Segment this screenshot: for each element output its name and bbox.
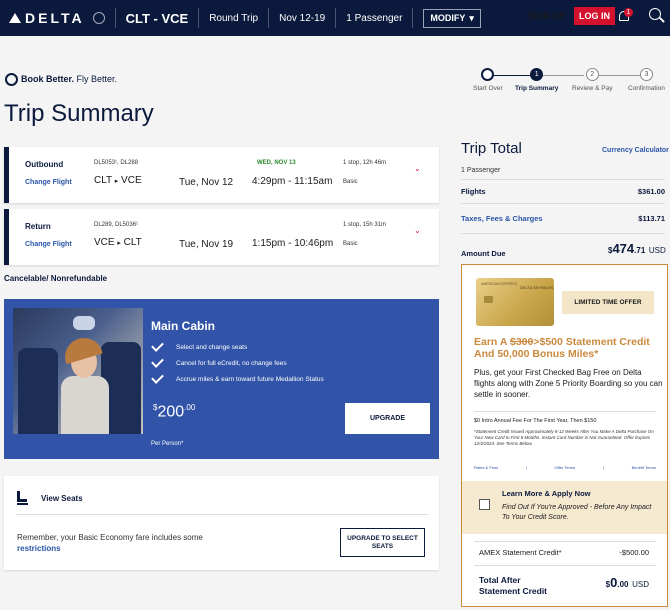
view-seats-title[interactable]: View Seats [41, 494, 83, 503]
apply-subtitle: Find Out If You're Approved - Before Any… [502, 504, 652, 521]
per-person-note: Per Person* [151, 441, 184, 447]
arrival-next-day-note: WED, NOV 13 [257, 160, 296, 166]
restart-icon [481, 68, 495, 81]
notifications-bell-icon[interactable]: 1 [617, 8, 633, 26]
caret-down-icon: ▾ [469, 12, 474, 23]
view-seats-card: View Seats Remember, your Basic Economy … [4, 476, 439, 570]
step-confirmation: 3 Confirmation [628, 68, 665, 92]
cancelable-note: Cancelable/ Nonrefundable [4, 274, 108, 283]
amount-due-value: $474.71 USD [608, 241, 666, 256]
upgrade-button[interactable]: UPGRADE [345, 403, 430, 434]
flight-direction: Return [25, 222, 51, 231]
feature-item: Cancel for full eCredit, no change fees [151, 355, 287, 368]
apply-band: Learn More & Apply Now Find Out If You'r… [462, 481, 667, 534]
delta-logo[interactable]: DELTA [0, 0, 105, 36]
nav-dates: Nov 12-19 [279, 12, 326, 24]
flight-numbers: DL5053¹, DL288 [94, 160, 139, 166]
step-start-over[interactable]: Start Over [473, 68, 503, 92]
search-icon[interactable] [649, 8, 661, 20]
outbound-flight-card[interactable]: Outbound Change Flight DL5053¹, DL288 CL… [4, 147, 439, 203]
step-review-pay: 2 Review & Pay [572, 68, 612, 92]
change-flight-link[interactable]: Change Flight [25, 241, 72, 248]
offer-fine-print: *Statement Credit Issued Approximately 8… [474, 429, 654, 446]
cabin-photo [13, 308, 143, 434]
modify-button[interactable]: MODIFY ▾ [423, 8, 481, 28]
brand-name: DELTA [25, 10, 85, 26]
offer-links: Rates & Fees | Offer Terms | Benefit Ter… [474, 465, 656, 470]
restrictions-link[interactable]: restrictions [17, 544, 61, 553]
credit-card-image: AMERICAN EXPRESS DELTA SKYMILES [476, 278, 554, 326]
nav-divider [268, 8, 270, 28]
step-trip-summary: 1 Trip Summary [515, 68, 558, 92]
main-cabin-upsell: Main Cabin Select and change seats Cance… [4, 299, 439, 459]
flight-numbers: DL289, DL5036¹ [94, 222, 139, 228]
fare-class: Basic [343, 241, 358, 247]
change-flight-link[interactable]: Change Flight [25, 179, 72, 186]
seat-icon [17, 491, 28, 505]
modify-label: MODIFY [430, 13, 466, 23]
nav-trip-type: Round Trip [209, 12, 259, 24]
nav-passengers: 1 Passenger [346, 12, 403, 24]
nav-divider [335, 8, 337, 28]
log-in-button[interactable]: LOG IN [574, 7, 615, 25]
amex-card-offer: AMERICAN EXPRESS DELTA SKYMILES LIMITED … [461, 264, 668, 607]
flight-stops: 1 stop, 15h 31m [343, 222, 387, 228]
return-flight-card[interactable]: Return Change Flight DL289, DL5036¹ VCE … [4, 209, 439, 265]
sign-up-link[interactable]: SIGN UP [528, 11, 565, 21]
flight-date: Tue, Nov 19 [179, 239, 234, 250]
book-better-tagline: Book Better. Fly Better. [21, 74, 118, 84]
check-icon [151, 355, 164, 368]
delta-widget-icon [9, 13, 21, 23]
notification-badge: 1 [624, 8, 633, 17]
flight-date: Tue, Nov 12 [179, 177, 234, 188]
nav-divider [114, 8, 116, 28]
trip-total-title: Trip Total [461, 140, 522, 157]
nav-divider [198, 8, 200, 28]
book-better-logo-icon [5, 73, 18, 86]
nav-divider [412, 8, 414, 28]
page-title: Trip Summary [4, 100, 154, 127]
upgrade-price: $200.00 [153, 403, 196, 421]
check-icon [151, 371, 164, 384]
globe-icon [92, 12, 105, 24]
annual-fee-note: $0 Intro Annual Fee For The First Year, … [474, 418, 597, 424]
chevron-down-icon[interactable]: ⌄ [414, 164, 421, 173]
progress-stepper: Start Over 1 Trip Summary 2 Review & Pay… [473, 68, 666, 98]
fare-class: Basic [343, 179, 358, 185]
main-cabin-title: Main Cabin [151, 319, 216, 333]
amex-credit-row: AMEX Statement Credit* -$500.00 [479, 548, 649, 557]
apply-checkbox[interactable] [479, 499, 490, 510]
currency-calculator-link[interactable]: Currency Calculator [602, 147, 669, 154]
learn-more-apply-link[interactable]: Learn More & Apply Now [502, 489, 590, 498]
feature-item: Select and change seats [151, 339, 247, 352]
flight-direction: Outbound [25, 160, 64, 169]
trip-total-passengers: 1 Passenger [461, 167, 501, 174]
chevron-down-icon[interactable]: ⌄ [414, 226, 421, 235]
amount-due-label: Amount Due [461, 249, 506, 258]
nav-route: CLT - VCE [125, 10, 189, 26]
offer-terms-link[interactable]: Offer Terms [555, 465, 576, 470]
offer-headline: Earn A $300>$500 Statement Credit And 50… [474, 336, 650, 360]
taxes-cost-row: Taxes, Fees & Charges $113.71 [461, 214, 665, 223]
check-icon [151, 339, 164, 352]
flights-cost-row: Flights $361.00 [461, 187, 665, 196]
offer-description: Plus, get your First Checked Bag Free on… [474, 368, 663, 399]
rates-fees-link[interactable]: Rates & Fees [474, 465, 498, 470]
top-nav: DELTA CLT - VCE Round Trip Nov 12-19 1 P… [0, 0, 670, 36]
flight-times: 4:29pm - 11:15am [252, 176, 333, 187]
arrow-right-icon: ▸ [117, 240, 121, 247]
flight-route: CLT ▸ VCE [94, 175, 142, 186]
upgrade-to-select-seats-button[interactable]: UPGRADE TO SELECT SEATS [340, 528, 425, 557]
benefit-terms-link[interactable]: Benefit Terms [632, 465, 656, 470]
basic-economy-note: Remember, your Basic Economy fare includ… [17, 533, 203, 542]
flight-times: 1:15pm - 10:46pm [252, 238, 334, 249]
feature-item: Accrue miles & earn toward future Medall… [151, 371, 324, 384]
flight-stops: 1 stop, 12h 46m [343, 160, 387, 166]
flight-route: VCE ▸ CLT [94, 237, 142, 248]
limited-time-offer-badge: LIMITED TIME OFFER [562, 291, 654, 314]
arrow-right-icon: ▸ [114, 178, 119, 185]
